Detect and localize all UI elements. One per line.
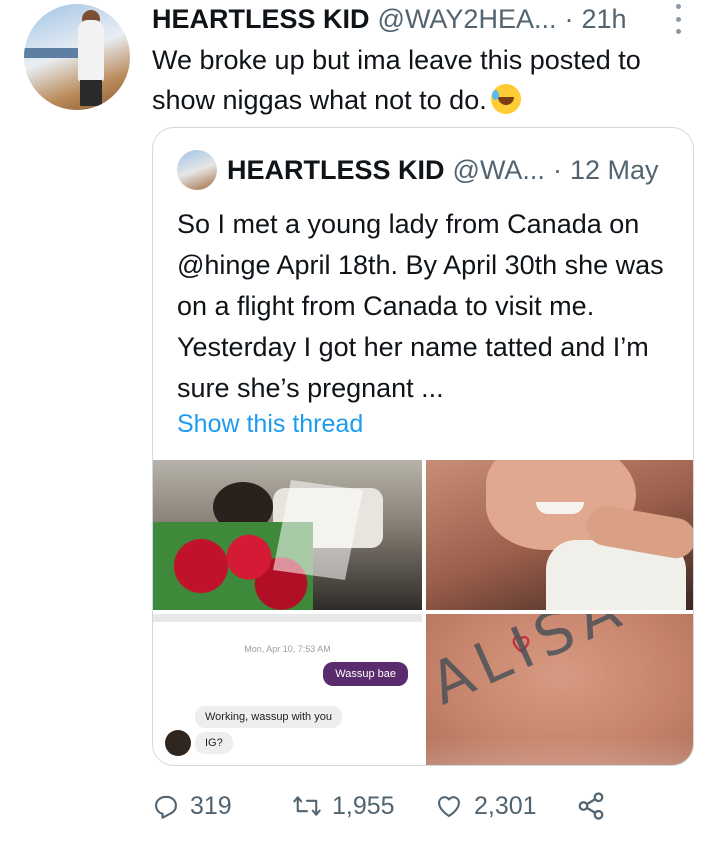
chat-incoming-bubble: IG?: [195, 732, 233, 754]
retweet-count: 1,955: [332, 791, 395, 820]
show-thread-link[interactable]: Show this thread: [177, 410, 363, 439]
chat-timestamp: Mon, Apr 10, 7:53 AM: [244, 644, 331, 654]
heart-icon: [438, 796, 460, 817]
separator: ·: [552, 154, 562, 185]
chat-outgoing-bubble: Wassup bae: [323, 662, 408, 686]
photo-tattoo[interactable]: ALISA: [426, 614, 693, 765]
reply-button[interactable]: 319: [152, 792, 292, 821]
avatar-figure-body: [78, 20, 104, 82]
reply-count: 319: [190, 791, 232, 820]
photo-smile[interactable]: [426, 460, 693, 610]
tweet-text: We broke up but ima leave this posted to…: [152, 45, 641, 115]
quoted-tweet-text: So I met a young lady from Canada on @hi…: [177, 209, 664, 403]
chat-incoming-bubble: Working, wassup with you: [195, 706, 342, 728]
like-count: 2,301: [474, 791, 537, 820]
author-name[interactable]: HEARTLESS KID: [152, 4, 370, 35]
avatar-background: [24, 48, 80, 58]
photo-chat-screenshot[interactable]: Mon, Apr 10, 7:53 AM Wassup bae Working,…: [153, 614, 422, 765]
share-button[interactable]: [576, 791, 606, 821]
chat-sender-avatar: [165, 730, 191, 756]
quoted-tweet-header: HEARTLESS KID @WA... · 12 May: [227, 152, 658, 188]
tattoo-text: ALISA: [426, 614, 637, 718]
retweet-icon: [293, 796, 321, 816]
quoted-author-avatar[interactable]: [177, 150, 217, 190]
quoted-tweet[interactable]: HEARTLESS KID @WA... · 12 May So I met a…: [152, 127, 694, 766]
author-avatar[interactable]: [24, 4, 130, 110]
more-options-icon[interactable]: [672, 4, 684, 34]
tweet-time[interactable]: 21h: [581, 4, 626, 35]
tweet-text-block: We broke up but ima leave this posted to…: [152, 40, 652, 120]
quoted-tweet-date[interactable]: 12 May: [570, 155, 659, 186]
retweet-button[interactable]: 1,955: [292, 792, 434, 821]
share-icon: [578, 792, 604, 820]
like-button[interactable]: 2,301: [434, 792, 576, 821]
media-grid: Mon, Apr 10, 7:53 AM Wassup bae Working,…: [153, 460, 693, 765]
author-handle[interactable]: @WAY2HEA...: [378, 4, 557, 35]
separator: ·: [564, 3, 574, 34]
quoted-author-name[interactable]: HEARTLESS KID: [227, 155, 445, 186]
photo-flowers[interactable]: [153, 460, 422, 610]
chat-top-strip: [153, 614, 422, 622]
rolling-on-floor-laughing-icon: [490, 84, 521, 114]
smile: [536, 502, 584, 514]
tweet-header: HEARTLESS KID @WAY2HEA... · 21h: [152, 2, 627, 36]
tweet-actions: 319 1,955 2,301: [152, 786, 606, 826]
reply-icon: [155, 795, 177, 819]
avatar-figure-legs: [80, 80, 102, 106]
quoted-author-handle[interactable]: @WA...: [453, 155, 545, 186]
